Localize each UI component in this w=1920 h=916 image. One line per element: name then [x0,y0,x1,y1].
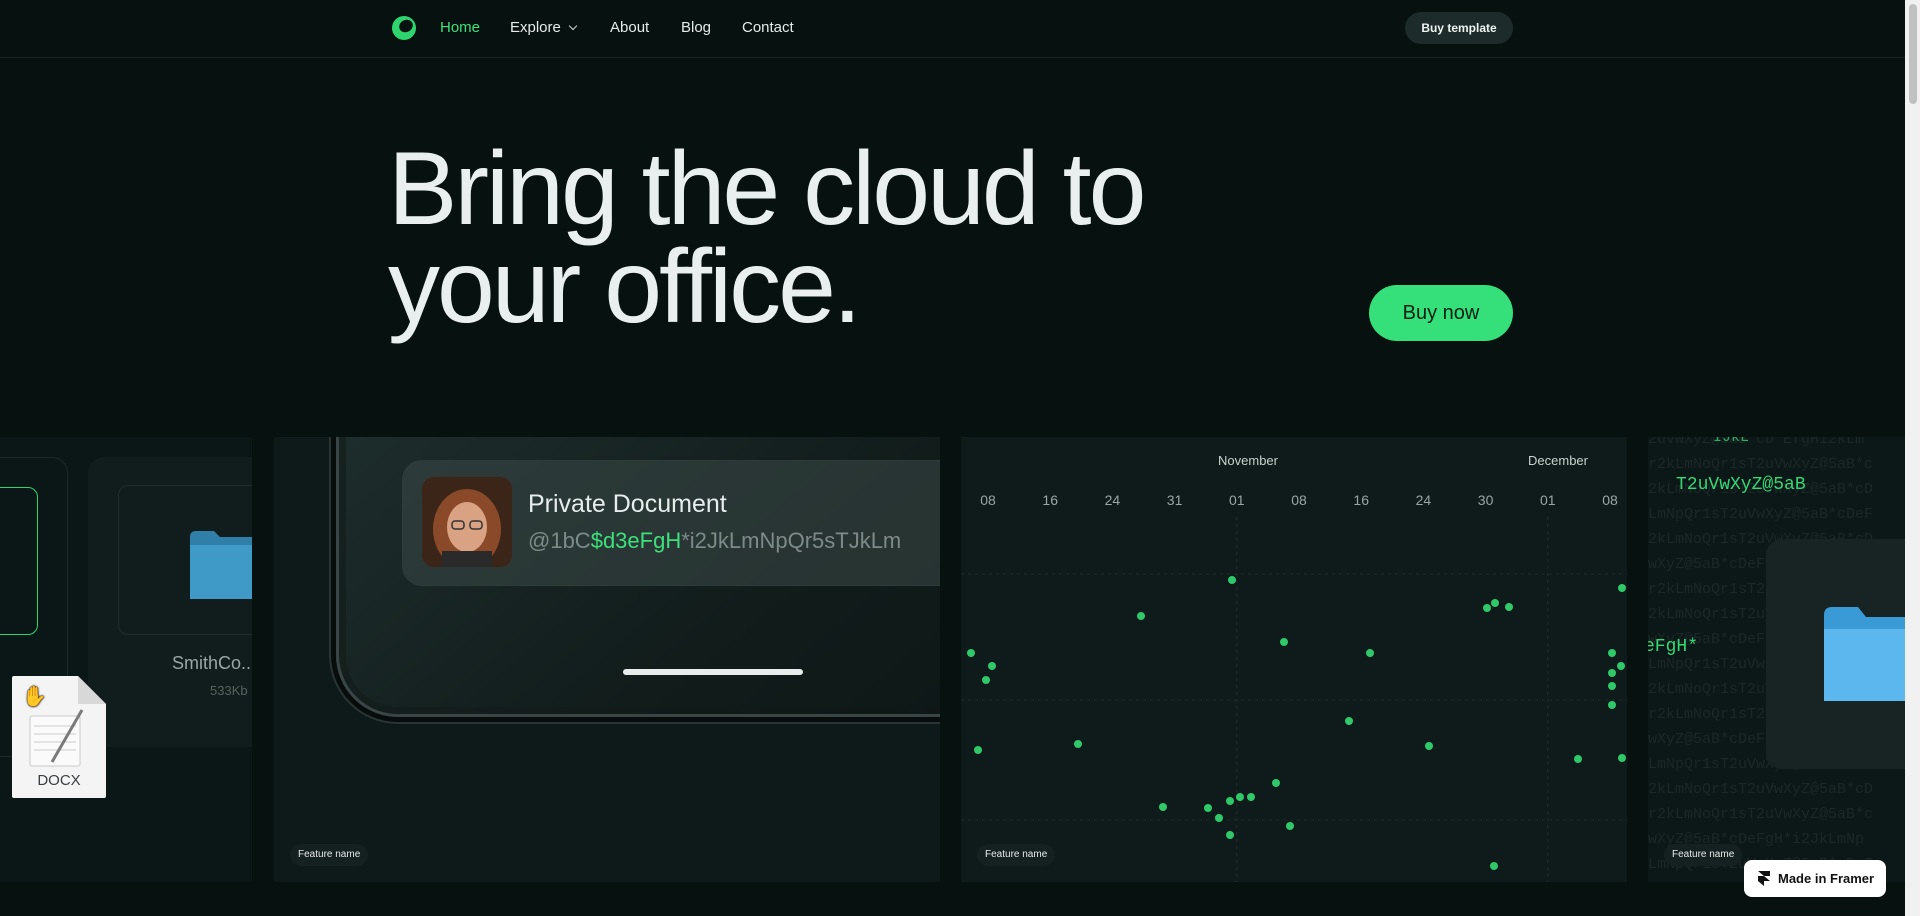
chart-dot [1483,604,1491,612]
scrollbar[interactable] [1905,0,1920,916]
nav-about[interactable]: About [610,19,649,36]
code-highlight-secondary: eFgH* [1648,637,1699,657]
chart-dot [1228,576,1236,584]
grab-cursor-icon: ✋ [22,686,47,708]
chart-dot [1608,701,1616,709]
nav-home[interactable]: Home [440,19,480,36]
nav-explore-label: Explore [510,19,561,36]
selected-file-frame [0,487,38,635]
chart-dot [1236,793,1244,801]
chart-dot [1618,754,1626,762]
tick-label: 16 [1353,492,1369,508]
chart-dot [1608,669,1616,677]
buy-now-button[interactable]: Buy now [1369,285,1513,341]
avatar [422,477,512,567]
buy-template-button[interactable]: Buy template [1405,12,1513,44]
chart-dot [982,676,990,684]
feature-card-chart: November December 08 16 24 31 01 08 16 24 30 01 08 F… [961,437,1627,882]
chart-dot [1204,804,1212,812]
tick-label: 24 [1416,492,1432,508]
feature-card-phone: Private Document @1bC$d3eFgH*i2JkLmNpQr5… [274,437,940,882]
feature-tag: Feature name [977,844,1056,866]
chart-dot [1574,755,1582,763]
month-label: December [1528,453,1589,468]
chart-dot [988,662,996,670]
feature-card-files: SmithCo.. 533Kb [0,437,252,882]
chart-dot [1608,649,1616,657]
tick-label: 16 [1042,492,1058,508]
tick-label: 01 [1540,492,1556,508]
notification-title: Private Document [528,490,727,518]
code-highlight: $d3eFgH [590,528,682,553]
chart-dot [1491,599,1499,607]
scrollbar-thumb[interactable] [1909,4,1917,104]
tick-label: 08 [980,492,996,508]
code-highlight-top: IJkL [1713,437,1750,446]
nav-blog[interactable]: Blog [681,19,711,36]
tick-label: 08 [1602,492,1618,508]
framer-label: Made in Framer [1778,871,1875,886]
docx-label: DOCX [37,772,81,789]
code-prefix: @1bC [528,528,591,553]
chevron-down-icon [568,21,578,31]
chart-dot [1137,612,1145,620]
made-in-framer-badge[interactable]: Made in Framer [1744,860,1886,897]
code-highlight-main: T2uVwXyZ@5aB [1676,475,1806,495]
chart-dot [974,746,982,754]
file-size: 533Kb [210,683,248,698]
chart-dot [1272,779,1280,787]
notification-code: @1bC$d3eFgH*i2JkLmNpQr5sTJkLm [528,528,901,554]
chart-dot [1280,638,1288,646]
tick-label: 31 [1167,492,1183,508]
folder-icon [190,531,252,599]
nav-explore[interactable]: Explore [510,19,578,36]
tick-label: 24 [1105,492,1121,508]
chart-dot [1286,822,1294,830]
code-suffix: *i2JkLmNpQr5sTJkLm [681,528,902,553]
chart-dot [1608,682,1616,690]
folder-icon [1824,607,1905,701]
chart-dot [1505,603,1513,611]
chart-dot [1074,740,1082,748]
tick-label: 08 [1291,492,1307,508]
tick-label: 30 [1478,492,1494,508]
chart-dot [1226,797,1234,805]
chart-dot [1617,662,1625,670]
file-name: SmithCo.. [172,653,252,673]
framer-icon [1758,871,1770,886]
chart-dot [1159,803,1167,811]
chart-dot [967,649,975,657]
timeline-chart: November December 08 16 24 31 01 08 16 24 30 01 08 [961,453,1627,882]
top-nav: Home Explore About Blog Contact Buy temp… [0,0,1905,58]
home-indicator [623,669,803,675]
feature-tag: Feature name [1664,844,1743,866]
chart-dot [1425,742,1433,750]
feature-card-code: 2uVwXyZ@5aB*cD*EfgHi2kLm r2kLmNoQr1sT2uV… [1648,437,1905,882]
nav-contact[interactable]: Contact [742,19,794,36]
hero-title: Bring the cloud to your office. [388,131,1146,345]
chart-dot [1345,717,1353,725]
chart-dot [1215,814,1223,822]
logo-icon[interactable] [392,16,416,40]
tick-label: 01 [1229,492,1245,508]
chart-dot [1247,793,1255,801]
chart-dot [1618,584,1626,592]
chart-dot [1226,831,1234,839]
feature-tag: Feature name [290,844,369,866]
chart-dot [1366,649,1374,657]
month-label: November [1218,453,1279,468]
chart-dot [1490,862,1498,870]
